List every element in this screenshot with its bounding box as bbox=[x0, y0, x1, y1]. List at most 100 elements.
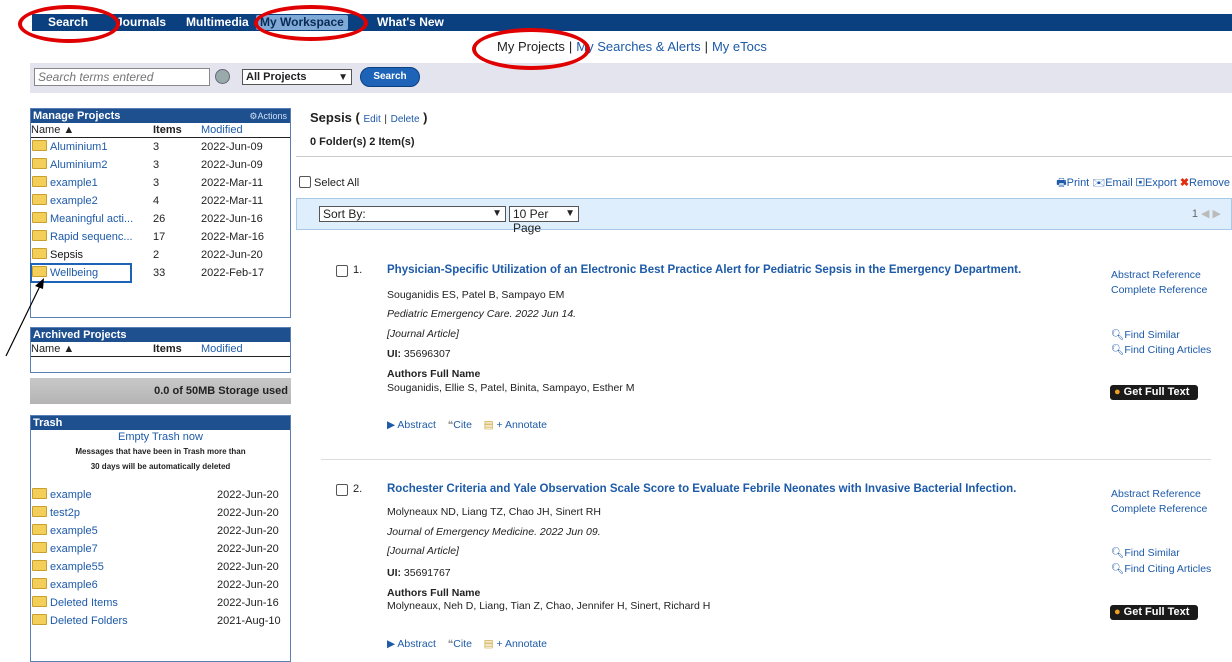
triangle-right-icon: ▶ bbox=[387, 638, 396, 650]
trash-row[interactable]: example55 2022-Jun-20 bbox=[31, 558, 290, 576]
trash-item-link[interactable]: Deleted Folders bbox=[31, 612, 128, 630]
trash-item-date: 2022-Jun-20 bbox=[217, 579, 279, 591]
select-all-checkbox[interactable] bbox=[299, 176, 311, 188]
find-similar-link[interactable]: 🔍︎Find Similar bbox=[1111, 328, 1180, 341]
folder-icon bbox=[32, 176, 47, 187]
trash-item-link[interactable]: Deleted Items bbox=[31, 594, 118, 612]
trash-item-link[interactable]: test2p bbox=[31, 504, 80, 522]
paren-close: ) bbox=[423, 110, 428, 125]
complete-reference-link[interactable]: Complete Reference bbox=[1111, 503, 1207, 515]
project-link[interactable]: example2 bbox=[31, 192, 98, 210]
result-title-link[interactable]: Rochester Criteria and Yale Observation … bbox=[387, 483, 1016, 495]
project-row[interactable]: example2 4 2022-Mar-11 bbox=[31, 192, 290, 210]
project-modified: 2022-Mar-11 bbox=[201, 177, 264, 189]
trash-item-link[interactable]: example7 bbox=[31, 540, 98, 558]
result-checkbox[interactable] bbox=[336, 484, 348, 496]
per-page-select[interactable]: 10 Per Page ▼ bbox=[509, 206, 579, 235]
trash-item-link[interactable]: example bbox=[31, 486, 92, 504]
result-title-link[interactable]: Physician-Specific Utilization of an Ele… bbox=[387, 264, 1021, 276]
project-row[interactable]: Meaningful acti... 26 2022-Jun-16 bbox=[31, 210, 290, 228]
project-link[interactable]: Meaningful acti... bbox=[31, 210, 133, 228]
col-modified[interactable]: Modified bbox=[201, 342, 243, 356]
subnav-my-searches[interactable]: My Searches & Alerts bbox=[576, 39, 700, 54]
col-items[interactable]: Items bbox=[153, 342, 182, 356]
find-similar-link[interactable]: 🔍︎Find Similar bbox=[1111, 546, 1180, 559]
complete-reference-link[interactable]: Complete Reference bbox=[1111, 284, 1207, 296]
get-full-text-button[interactable]: ● Get Full Text bbox=[1110, 385, 1198, 400]
result-tools: ▶ Abstract ❝Cite ▤ + Annotate bbox=[387, 419, 547, 431]
abstract-toggle[interactable]: ▶ Abstract bbox=[387, 419, 436, 431]
project-link[interactable]: example1 bbox=[31, 174, 98, 192]
get-full-text-button[interactable]: ● Get Full Text bbox=[1110, 605, 1198, 620]
project-link[interactable]: Aluminium1 bbox=[31, 138, 107, 156]
abstract-label: Abstract bbox=[397, 419, 436, 431]
col-items[interactable]: Items bbox=[153, 123, 182, 137]
print-label: Print bbox=[1066, 177, 1090, 189]
export-label: Export bbox=[1144, 177, 1177, 189]
trash-item-link[interactable]: example5 bbox=[31, 522, 98, 540]
email-action[interactable]: ✉Email bbox=[1092, 177, 1132, 189]
remove-action[interactable]: ✖Remove bbox=[1180, 177, 1230, 189]
col-modified[interactable]: Modified bbox=[201, 123, 243, 137]
project-link[interactable]: Sepsis bbox=[31, 246, 83, 264]
search-input[interactable] bbox=[34, 68, 210, 86]
nav-whats-new[interactable]: What's New bbox=[377, 15, 444, 30]
trash-row[interactable]: Deleted Items 2022-Jun-16 bbox=[31, 594, 290, 612]
sort-by-select[interactable]: Sort By: ▼ bbox=[319, 206, 506, 222]
trash-row[interactable]: example6 2022-Jun-20 bbox=[31, 576, 290, 594]
find-citing-link[interactable]: 🔍︎Find Citing Articles bbox=[1111, 343, 1211, 356]
get-full-text-label: Get Full Text bbox=[1123, 606, 1190, 618]
folder-icon bbox=[32, 488, 47, 499]
project-row-selected[interactable]: Sepsis 2 2022-Jun-20 bbox=[31, 246, 290, 264]
next-page-icon[interactable]: ▶ bbox=[1213, 208, 1221, 220]
nav-journals[interactable]: Journals bbox=[116, 15, 166, 30]
title-separator: | bbox=[384, 114, 387, 125]
project-row[interactable]: Rapid sequenc... 17 2022-Mar-16 bbox=[31, 228, 290, 246]
annotation-circle-workspace bbox=[254, 5, 368, 41]
project-row[interactable]: Aluminium1 3 2022-Jun-09 bbox=[31, 138, 290, 156]
search-icon[interactable] bbox=[215, 69, 230, 84]
triangle-right-icon: ▶ bbox=[387, 419, 396, 431]
prev-page-icon[interactable]: ◀ bbox=[1201, 208, 1209, 220]
edit-project-link[interactable]: Edit bbox=[364, 114, 381, 125]
authors-full-name: Molyneaux, Neh D, Liang, Tian Z, Chao, J… bbox=[387, 600, 711, 612]
trash-row[interactable]: example5 2022-Jun-20 bbox=[31, 522, 290, 540]
print-action[interactable]: 🖶Print bbox=[1056, 177, 1089, 189]
search-button[interactable]: Search bbox=[360, 67, 420, 87]
abstract-reference-link[interactable]: Abstract Reference bbox=[1111, 269, 1201, 281]
delete-project-link[interactable]: Delete bbox=[391, 114, 420, 125]
archived-projects-title: Archived Projects bbox=[31, 328, 290, 342]
annotate-action[interactable]: ▤ + Annotate bbox=[484, 419, 547, 431]
trash-item-link[interactable]: example55 bbox=[31, 558, 104, 576]
folder-icon bbox=[32, 542, 47, 553]
remove-label: Remove bbox=[1189, 177, 1230, 189]
project-row[interactable]: Aluminium2 3 2022-Jun-09 bbox=[31, 156, 290, 174]
annotate-action[interactable]: ▤ + Annotate bbox=[484, 638, 547, 650]
nav-multimedia[interactable]: Multimedia bbox=[186, 15, 249, 30]
result-checkbox[interactable] bbox=[336, 265, 348, 277]
project-scope-select[interactable]: All Projects ▼ bbox=[242, 69, 352, 85]
archived-projects-panel: Archived Projects Name ▲ Items Modified bbox=[30, 327, 291, 373]
trash-row[interactable]: example7 2022-Jun-20 bbox=[31, 540, 290, 558]
cite-action[interactable]: ❝Cite bbox=[448, 419, 472, 431]
project-link[interactable]: Aluminium2 bbox=[31, 156, 107, 174]
trash-item-link[interactable]: example6 bbox=[31, 576, 98, 594]
project-link[interactable]: Rapid sequenc... bbox=[31, 228, 133, 246]
trash-row[interactable]: test2p 2022-Jun-20 bbox=[31, 504, 290, 522]
project-modified: 2022-Jun-09 bbox=[201, 141, 263, 153]
empty-trash-link[interactable]: Empty Trash now bbox=[118, 431, 203, 443]
select-all[interactable]: Select All bbox=[299, 176, 359, 189]
project-row[interactable]: Wellbeing 33 2022-Feb-17 bbox=[30, 263, 290, 283]
subnav-my-etocs[interactable]: My eTocs bbox=[712, 39, 767, 54]
cite-action[interactable]: ❝Cite bbox=[448, 638, 472, 650]
col-name[interactable]: Name ▲ bbox=[31, 123, 74, 137]
find-citing-link[interactable]: 🔍︎Find Citing Articles bbox=[1111, 562, 1211, 575]
ui-value: 35696307 bbox=[403, 348, 451, 360]
abstract-toggle[interactable]: ▶ Abstract bbox=[387, 638, 436, 650]
actions-menu[interactable]: ⚙Actions bbox=[249, 109, 287, 123]
trash-row[interactable]: example 2022-Jun-20 bbox=[31, 486, 290, 504]
project-row[interactable]: example1 3 2022-Mar-11 bbox=[31, 174, 290, 192]
abstract-reference-link[interactable]: Abstract Reference bbox=[1111, 488, 1201, 500]
export-action[interactable]: ▣Export bbox=[1136, 177, 1177, 189]
trash-row[interactable]: Deleted Folders 2021-Aug-10 bbox=[31, 612, 290, 630]
